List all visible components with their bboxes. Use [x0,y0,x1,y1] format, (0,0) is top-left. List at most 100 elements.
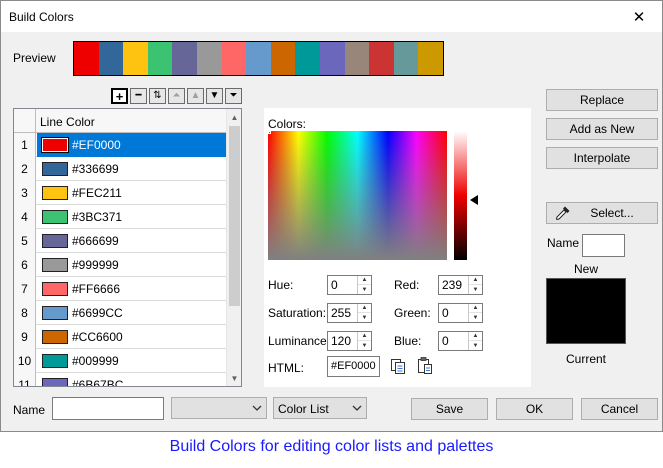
row-number[interactable]: 1 [14,133,36,157]
preview-swatch [123,42,148,75]
luminance-slider-arrow-icon[interactable] [470,195,478,205]
grid-vertical-scrollbar[interactable]: ▲ ▼ [226,109,241,386]
preview-swatch [221,42,247,75]
move-down-icon[interactable]: ▼ [206,88,223,104]
move-top-icon[interactable]: ⏶ [168,88,185,104]
table-row[interactable]: 3 #FEC211 [14,181,227,205]
row-number[interactable]: 9 [14,325,36,349]
preview-strip [73,41,444,76]
color-cell[interactable]: #6B67BC [37,373,227,386]
grid-corner [14,109,36,133]
color-list-grid[interactable]: Line Color 1 #EF0000 2 #336699 3 #FEC211 4 #3BC… [13,108,242,387]
table-row[interactable]: 8 #6699CC [14,301,227,325]
color-swatch [42,258,68,272]
row-number[interactable]: 11 [14,373,36,386]
spin-down-icon[interactable]: ▼ [469,285,482,294]
luminance-bar[interactable] [454,131,467,260]
ok-button[interactable]: OK [496,398,573,420]
spin-up-icon[interactable]: ▲ [358,276,371,285]
row-number[interactable]: 5 [14,229,36,253]
spin-down-icon[interactable]: ▼ [358,313,371,322]
add-as-new-button[interactable]: Add as New [546,118,658,140]
color-cell[interactable]: #6699CC [37,301,227,325]
table-row[interactable]: 10 #009999 [14,349,227,373]
row-number[interactable]: 7 [14,277,36,301]
close-icon[interactable]: ✕ [616,1,662,32]
table-row[interactable]: 2 #336699 [14,157,227,181]
list-type-combo[interactable]: Color List [273,397,367,419]
interpolate-button[interactable]: Interpolate [546,147,658,169]
cancel-button[interactable]: Cancel [581,398,658,420]
replace-button[interactable]: Replace [546,89,658,111]
red-spinner[interactable]: 239 ▲ ▼ [438,275,483,295]
spin-up-icon[interactable]: ▲ [358,332,371,341]
move-bottom-icon[interactable]: ⏷ [225,88,242,104]
color-cell[interactable]: #FEC211 [37,181,227,205]
color-spectrum[interactable] [268,131,447,260]
row-number[interactable]: 2 [14,157,36,181]
color-hex: #336699 [72,162,119,176]
copy-icon[interactable] [390,358,406,374]
hue-spinner[interactable]: 0 ▲ ▼ [327,275,372,295]
green-label: Green: [394,306,431,320]
plus-icon[interactable]: + [111,88,128,104]
scroll-thumb[interactable] [229,126,240,306]
sort-icon[interactable]: ⇅ [149,88,166,104]
list-name-input[interactable] [52,397,164,420]
move-up-icon[interactable]: ▲ [187,88,204,104]
list-type-value: Color List [278,402,329,416]
color-cell[interactable]: #EF0000 [37,133,227,157]
spectrum-cursor[interactable] [268,131,271,134]
color-cell[interactable]: #3BC371 [37,205,227,229]
color-cell[interactable]: #CC6600 [37,325,227,349]
colors-label: Colors: [268,117,307,131]
palette-combo[interactable] [171,397,267,419]
paste-icon[interactable] [417,357,433,375]
scroll-down-icon[interactable]: ▼ [227,370,241,386]
saturation-spinner[interactable]: 255 ▲ ▼ [327,303,372,323]
new-label: New [574,262,599,276]
color-cell[interactable]: #336699 [37,157,227,181]
minus-icon[interactable]: ━ [130,88,147,104]
table-row[interactable]: 11 #6B67BC [14,373,227,386]
window-title: Build Colors [9,10,74,24]
table-row[interactable]: 4 #3BC371 [14,205,227,229]
table-row[interactable]: 7 #FF6666 [14,277,227,301]
row-number[interactable]: 10 [14,349,36,373]
luminance-value: 120 [331,334,352,348]
table-row[interactable]: 6 #999999 [14,253,227,277]
spin-up-icon[interactable]: ▲ [469,276,482,285]
html-color-input[interactable]: #EF0000 [327,356,380,377]
table-row[interactable]: 5 #666699 [14,229,227,253]
column-header-line-color[interactable]: Line Color [40,115,95,129]
spin-down-icon[interactable]: ▼ [469,341,482,350]
row-number[interactable]: 6 [14,253,36,277]
row-number[interactable]: 8 [14,301,36,325]
row-number[interactable]: 4 [14,205,36,229]
color-hex: #999999 [72,258,119,272]
color-cell[interactable]: #999999 [37,253,227,277]
blue-spinner[interactable]: 0 ▲ ▼ [438,331,483,351]
spin-down-icon[interactable]: ▼ [358,285,371,294]
color-cell[interactable]: #009999 [37,349,227,373]
spin-up-icon[interactable]: ▲ [469,304,482,313]
table-row[interactable]: 1 #EF0000 [14,133,227,157]
spin-down-icon[interactable]: ▼ [469,313,482,322]
color-cell[interactable]: #666699 [37,229,227,253]
list-toolbar: + ━ ⇅ ⏶ ▲ ▼ ⏷ [111,88,242,104]
new-color-swatch [582,234,625,257]
color-cell[interactable]: #FF6666 [37,277,227,301]
row-number[interactable]: 3 [14,181,36,205]
green-spinner[interactable]: 0 ▲ ▼ [438,303,483,323]
blue-label: Blue: [394,334,422,348]
preview-swatch [270,42,296,75]
luminance-spinner[interactable]: 120 ▲ ▼ [327,331,372,351]
spin-down-icon[interactable]: ▼ [358,341,371,350]
color-swatch [42,306,68,320]
scroll-up-icon[interactable]: ▲ [227,109,241,125]
spin-up-icon[interactable]: ▲ [358,304,371,313]
save-button[interactable]: Save [411,398,488,420]
preview-swatch [98,42,124,75]
spin-up-icon[interactable]: ▲ [469,332,482,341]
table-row[interactable]: 9 #CC6600 [14,325,227,349]
